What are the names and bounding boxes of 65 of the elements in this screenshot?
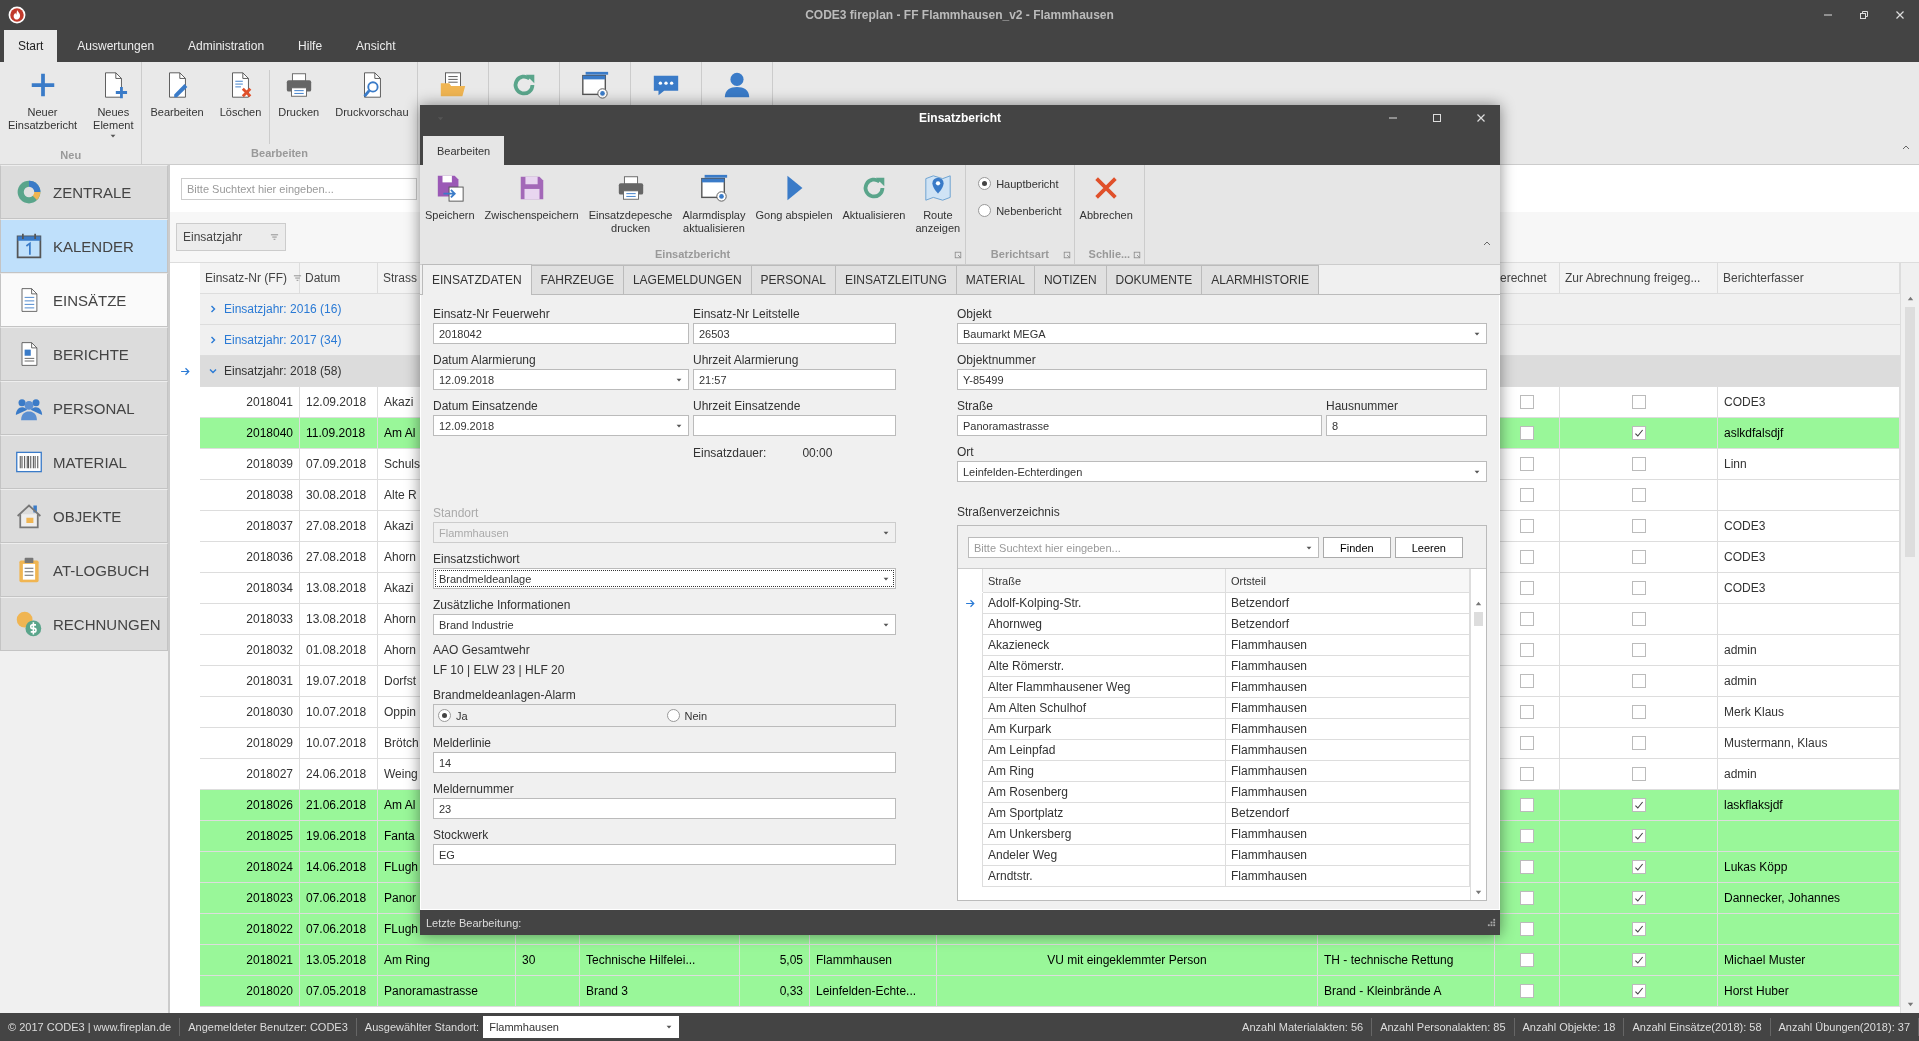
group-label: Berichtsart	[990, 247, 1049, 262]
status-label: Ausgewählter Standort:	[363, 1020, 481, 1035]
field-label: Straße	[957, 398, 994, 415]
group-label: Bearbeiten	[251, 146, 308, 161]
table-cell: 0,33	[740, 976, 810, 1007]
field-label: Objekt	[957, 306, 993, 323]
status-text: Anzahl Personalakten: 85	[1372, 1018, 1515, 1036]
group-label: Schlie...	[1088, 247, 1131, 262]
field-label: Uhrzeit Einsatzende	[693, 398, 802, 415]
status-text: © 2017 CODE3 | www.fireplan.de	[0, 1018, 181, 1036]
table-cell: Betzendorf	[1226, 803, 1470, 824]
field-label: Ort	[957, 444, 975, 461]
table-cell: Flammhausen	[1226, 761, 1470, 782]
table-cell: Ahornweg	[983, 614, 1226, 635]
table-cell: Flammhausen	[1226, 740, 1470, 761]
field-label: Einsatz-Nr Leitstelle	[693, 306, 801, 323]
table-cell: Am Rosenberg	[983, 782, 1226, 803]
table-cell: Flammhausen	[1226, 824, 1470, 845]
status-text: Anzahl Übungen(2018): 37	[1770, 1018, 1919, 1036]
table-cell: Am Alten Schulhof	[983, 698, 1226, 719]
field-label: Datum Alarmierung	[433, 352, 537, 369]
status-text: Angemeldeter Benutzer: CODE3	[180, 1018, 357, 1036]
table-cell: Panoramastrasse	[378, 976, 516, 1007]
group-label: Neu	[60, 148, 82, 163]
table-cell: Brand 3	[580, 976, 740, 1007]
table-cell: Arndtstr.	[983, 866, 1226, 887]
field-label: Stockwerk	[433, 827, 490, 844]
status-text: Anzahl Objekte: 18	[1514, 1018, 1625, 1036]
field-label: Einsatz-Nr Feuerwehr	[433, 306, 551, 323]
table-cell: Am Leinpfad	[983, 740, 1226, 761]
field-label: Straßenverzeichnis	[957, 505, 1060, 519]
table-cell: Brand - Kleinbrände A	[1318, 976, 1495, 1007]
table-cell: Alte Römerstr.	[983, 656, 1226, 677]
field-label: Einsatzdauer:	[693, 446, 767, 460]
table-cell: Andeler Weg	[983, 845, 1226, 866]
group-label: Einsatzbericht	[655, 247, 731, 262]
field-value: 00:00	[802, 446, 833, 460]
table-cell: Am Ring	[983, 761, 1226, 782]
field-label: Uhrzeit Alarmierung	[693, 352, 800, 369]
table-cell: Am Unkersberg	[983, 824, 1226, 845]
table-cell: Flammhausen	[1226, 677, 1470, 698]
field-label: Melderlinie	[433, 735, 493, 752]
table-cell: Adolf-Kolping-Str.	[983, 593, 1226, 614]
field-label: Hausnummer	[1326, 398, 1400, 415]
dialog-title: Einsatzbericht	[919, 111, 1001, 125]
table-cell: Flammhausen	[1226, 866, 1470, 887]
table-cell: Am Kurpark	[983, 719, 1226, 740]
table-cell: Akazieneck	[983, 635, 1226, 656]
table-cell: Flammhausen	[1226, 782, 1470, 803]
table-cell: 07.05.2018	[300, 976, 378, 1007]
status-text: Anzahl Einsätze(2018): 58	[1624, 1018, 1771, 1036]
table-cell: Betzendorf	[1226, 593, 1470, 614]
table-cell: Leinfelden-Echte...	[810, 976, 937, 1007]
table-cell: 2018020	[200, 976, 300, 1007]
window-title: CODE3 fireplan - FF Flammhausen_v2 - Flammhausen	[805, 8, 1114, 22]
table-cell: Am Sportplatz	[983, 803, 1226, 824]
field-label: Objektnummer	[957, 352, 1037, 369]
table-cell: Alter Flammhausener Weg	[983, 677, 1226, 698]
table-cell: Flammhausen	[1226, 719, 1470, 740]
table-cell: Flammhausen	[1226, 698, 1470, 719]
table-cell: Flammhausen	[1226, 845, 1470, 866]
table-cell: Flammhausen	[1226, 656, 1470, 677]
table-cell: Betzendorf	[1226, 614, 1470, 635]
status-text: Anzahl Materialakten: 56	[1234, 1018, 1373, 1036]
table-cell: Flammhausen	[1226, 635, 1470, 656]
